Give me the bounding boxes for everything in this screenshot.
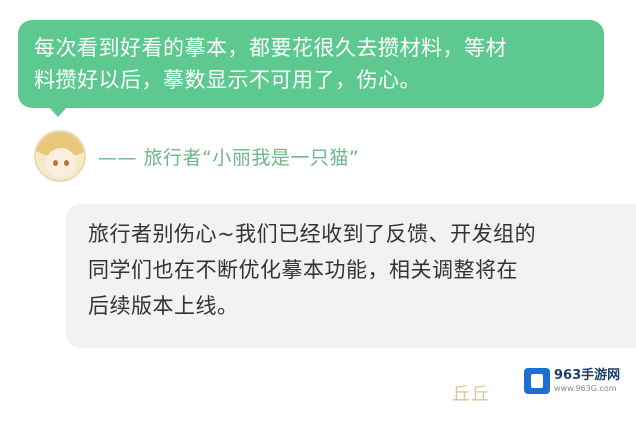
reply-line-1: 旅行者别伤心~我们已经收到了反馈、开发组的: [88, 222, 537, 246]
author-row: —— 旅行者“小丽我是一只猫”: [34, 128, 359, 184]
reply-line-2: 同学们也在不断优化摹本功能，相关调整将在: [88, 258, 518, 282]
reply-bubble: 旅行者别伤心~我们已经收到了反馈、开发组的 同学们也在不断优化摹本功能，相关调整…: [66, 204, 636, 348]
site-watermark: 963手游网 www.963G.com: [524, 368, 620, 394]
site-logo-icon: [524, 368, 550, 394]
feedback-card: 每次看到好看的摹本，都要花很久去攒材料，等材 料攒好以后，摹数显示不可用了，伤心…: [0, 0, 636, 424]
watermark-title: 963手游网: [554, 368, 621, 383]
reply-line-3: 后续版本上线。: [88, 294, 239, 318]
author-attribution: —— 旅行者“小丽我是一只猫”: [98, 146, 360, 169]
feedback-line-1: 每次看到好看的摹本，都要花很久去攒材料，等材: [34, 36, 507, 60]
feedback-bubble: 每次看到好看的摹本，都要花很久去攒材料，等材 料攒好以后，摹数显示不可用了，伤心…: [18, 20, 604, 108]
faint-mark: 丘丘: [452, 384, 490, 405]
watermark-url: www.963G.com: [554, 384, 617, 393]
feedback-line-2: 料攒好以后，摹数显示不可用了，伤心。: [34, 68, 421, 92]
feedback-bubble-tail: [48, 106, 68, 117]
anime-avatar-icon: [34, 130, 86, 182]
